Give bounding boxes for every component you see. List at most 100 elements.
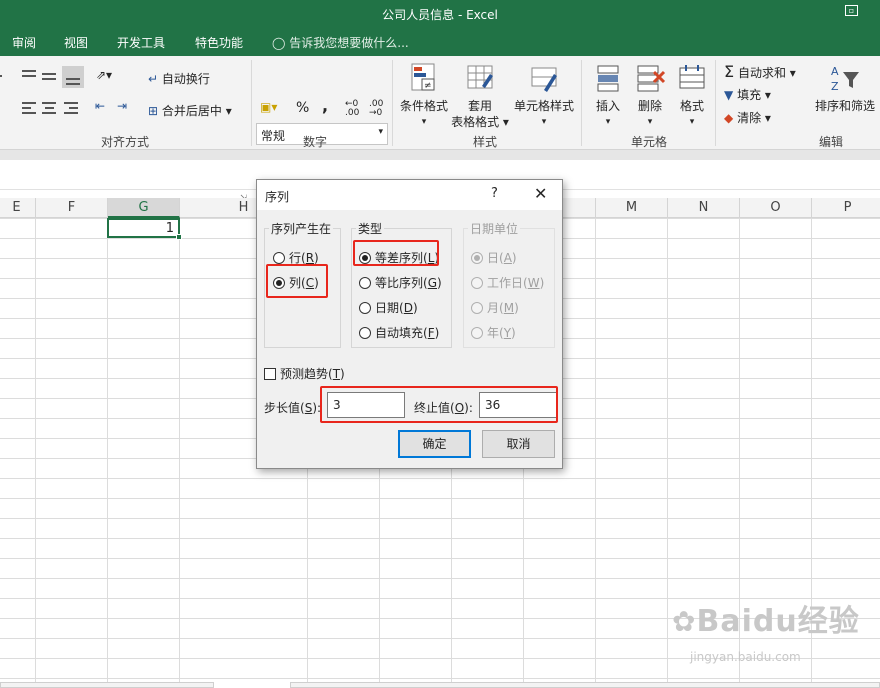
radio-month-circle (471, 302, 483, 314)
column-header-f[interactable]: F (36, 198, 108, 218)
selected-cell-g1[interactable]: 1 (107, 218, 182, 240)
autosum-button[interactable]: Σ 自动求和 ▾ (724, 62, 796, 81)
ribbon: ⇗▾ ⇤ ⇥ ↵ 自动换行 ⊞ 合并后居中 ▾ 对齐方式 ⇲ 常规 ▾ ▣▾ %… (0, 56, 880, 204)
delete-label: 删除 (637, 99, 662, 113)
chevron-down-icon: ▾ (689, 117, 695, 127)
divider (251, 60, 252, 146)
cell-value: 1 (165, 221, 174, 236)
comma-style-button[interactable]: , (322, 96, 328, 115)
ok-button[interactable]: 确定 (398, 430, 471, 458)
wrap-text-button[interactable]: ↵ 自动换行 (148, 70, 210, 87)
insert-cells-icon (592, 62, 624, 94)
tab-special-features[interactable]: 特色功能 (195, 34, 243, 51)
chevron-down-icon: ▾ (647, 117, 653, 127)
align-top-icon[interactable] (22, 68, 40, 84)
column-header-e[interactable]: E (0, 198, 36, 218)
orientation-icon[interactable]: ⇗▾ (96, 68, 112, 82)
column-header-p[interactable]: P (812, 198, 880, 218)
column-header-g[interactable]: G (108, 198, 180, 218)
gridline (179, 218, 180, 688)
gridline (107, 218, 108, 688)
merge-center-label: 合并后居中 (161, 104, 222, 118)
align-bottom-icon[interactable] (62, 66, 84, 88)
type-legend: 类型 (356, 220, 385, 237)
delete-button[interactable]: 删除 ▾ (630, 62, 670, 130)
align-arrow-icon[interactable] (0, 68, 12, 84)
divider (715, 60, 716, 146)
delete-cells-icon (634, 62, 666, 94)
dialog-title: 序列 (265, 190, 290, 204)
group-number-label: 数字 (302, 135, 327, 149)
column-header-m[interactable]: M (596, 198, 668, 218)
align-left-icon[interactable] (22, 100, 40, 116)
format-as-table-label2: 表格格式 ▾ (451, 115, 509, 129)
tab-view[interactable]: 视图 (64, 34, 88, 51)
format-button[interactable]: 格式 ▾ (672, 62, 712, 130)
fill-handle[interactable] (176, 234, 182, 240)
divider (392, 60, 393, 146)
chevron-down-icon: ▾ (541, 117, 547, 127)
radio-autofill[interactable]: 自动填充(F) (359, 324, 439, 341)
cancel-button[interactable]: 取消 (482, 430, 555, 458)
cell-styles-icon (528, 62, 560, 94)
sort-filter-icon: AZ (829, 62, 861, 94)
fill-button[interactable]: ▼ 填充 ▾ (724, 86, 771, 103)
restore-icon[interactable]: ▫ (845, 5, 858, 16)
radio-date[interactable]: 日期(D) (359, 299, 418, 316)
sort-filter-button[interactable]: AZ 排序和筛选 (810, 62, 880, 114)
watermark-url: jingyan.baidu.com (690, 650, 801, 664)
radio-day[interactable]: 日(A) (471, 249, 517, 266)
trend-checkbox-box (264, 368, 276, 380)
tab-review[interactable]: 审阅 (12, 34, 36, 51)
horizontal-scrollbar[interactable] (290, 682, 880, 688)
insert-button[interactable]: 插入 ▾ (588, 62, 628, 130)
date-unit-legend: 日期单位 (468, 220, 521, 237)
radio-growth[interactable]: 等比序列(G) (359, 274, 442, 291)
format-as-table-button[interactable]: 套用 表格格式 ▾ (450, 62, 510, 130)
sort-filter-label: 排序和筛选 (814, 99, 875, 113)
merge-center-button[interactable]: ⊞ 合并后居中 ▾ (148, 102, 232, 119)
group-cells-label: 单元格 (630, 135, 667, 149)
decrease-decimal-icon[interactable]: .00 →0 (369, 100, 383, 118)
svg-text:Z: Z (831, 80, 839, 93)
insert-label: 插入 (595, 99, 620, 113)
increase-indent-icon[interactable]: ⇥ (117, 99, 127, 113)
tell-me-box[interactable]: ◯ 告诉我您想要做什么... (272, 34, 409, 51)
chevron-down-icon: ▾ (421, 117, 427, 127)
align-right-icon[interactable] (64, 100, 82, 116)
ribbon-bottom-strip (0, 150, 880, 160)
conditional-formatting-button[interactable]: ≠ 条件格式 ▾ (396, 62, 452, 130)
step-value-label: 步长值(S): (264, 401, 322, 415)
align-middle-icon[interactable] (42, 68, 60, 84)
radio-month[interactable]: 月(M) (471, 299, 519, 316)
group-editing-label: 编辑 (818, 135, 843, 149)
column-header-o[interactable]: O (740, 198, 812, 218)
close-button[interactable]: ✕ (534, 184, 547, 203)
accounting-format-icon[interactable]: ▣▾ (260, 100, 277, 114)
increase-decimal-icon[interactable]: ←0.00 (345, 100, 359, 118)
eraser-icon: ◆ (724, 111, 734, 125)
clear-button[interactable]: ◆ 清除 ▾ (724, 109, 771, 126)
number-format-value: 常规 (261, 129, 286, 143)
align-center-icon[interactable] (42, 100, 60, 116)
tab-developer[interactable]: 开发工具 (117, 34, 165, 51)
clear-label: 清除 (737, 111, 762, 125)
dialog-title-bar: 序列 ? ✕ (257, 180, 562, 210)
watermark-logo: ✿Baidu经验 (672, 604, 860, 639)
highlight-step-stop-values (320, 386, 558, 423)
lightbulb-icon: ◯ (272, 36, 286, 50)
radio-weekday[interactable]: 工作日(W) (471, 274, 544, 291)
highlight-linear-option (353, 240, 439, 266)
radio-year[interactable]: 年(Y) (471, 324, 516, 341)
group-styles-label: 样式 (472, 135, 497, 149)
percent-button[interactable]: % (296, 100, 309, 116)
ribbon-tabs: 审阅 视图 开发工具 特色功能 ◯ 告诉我您想要做什么... (0, 28, 880, 56)
window-title: 公司人员信息 - Excel (382, 8, 498, 22)
cell-styles-button[interactable]: 单元格样式 ▾ (512, 62, 576, 130)
trend-checkbox[interactable]: 预测趋势(T) (264, 365, 345, 382)
column-header-n[interactable]: N (668, 198, 740, 218)
help-button[interactable]: ? (491, 186, 498, 201)
decrease-indent-icon[interactable]: ⇤ (95, 99, 105, 113)
autosum-label: 自动求和 (737, 66, 786, 80)
radio-weekday-circle (471, 277, 483, 289)
